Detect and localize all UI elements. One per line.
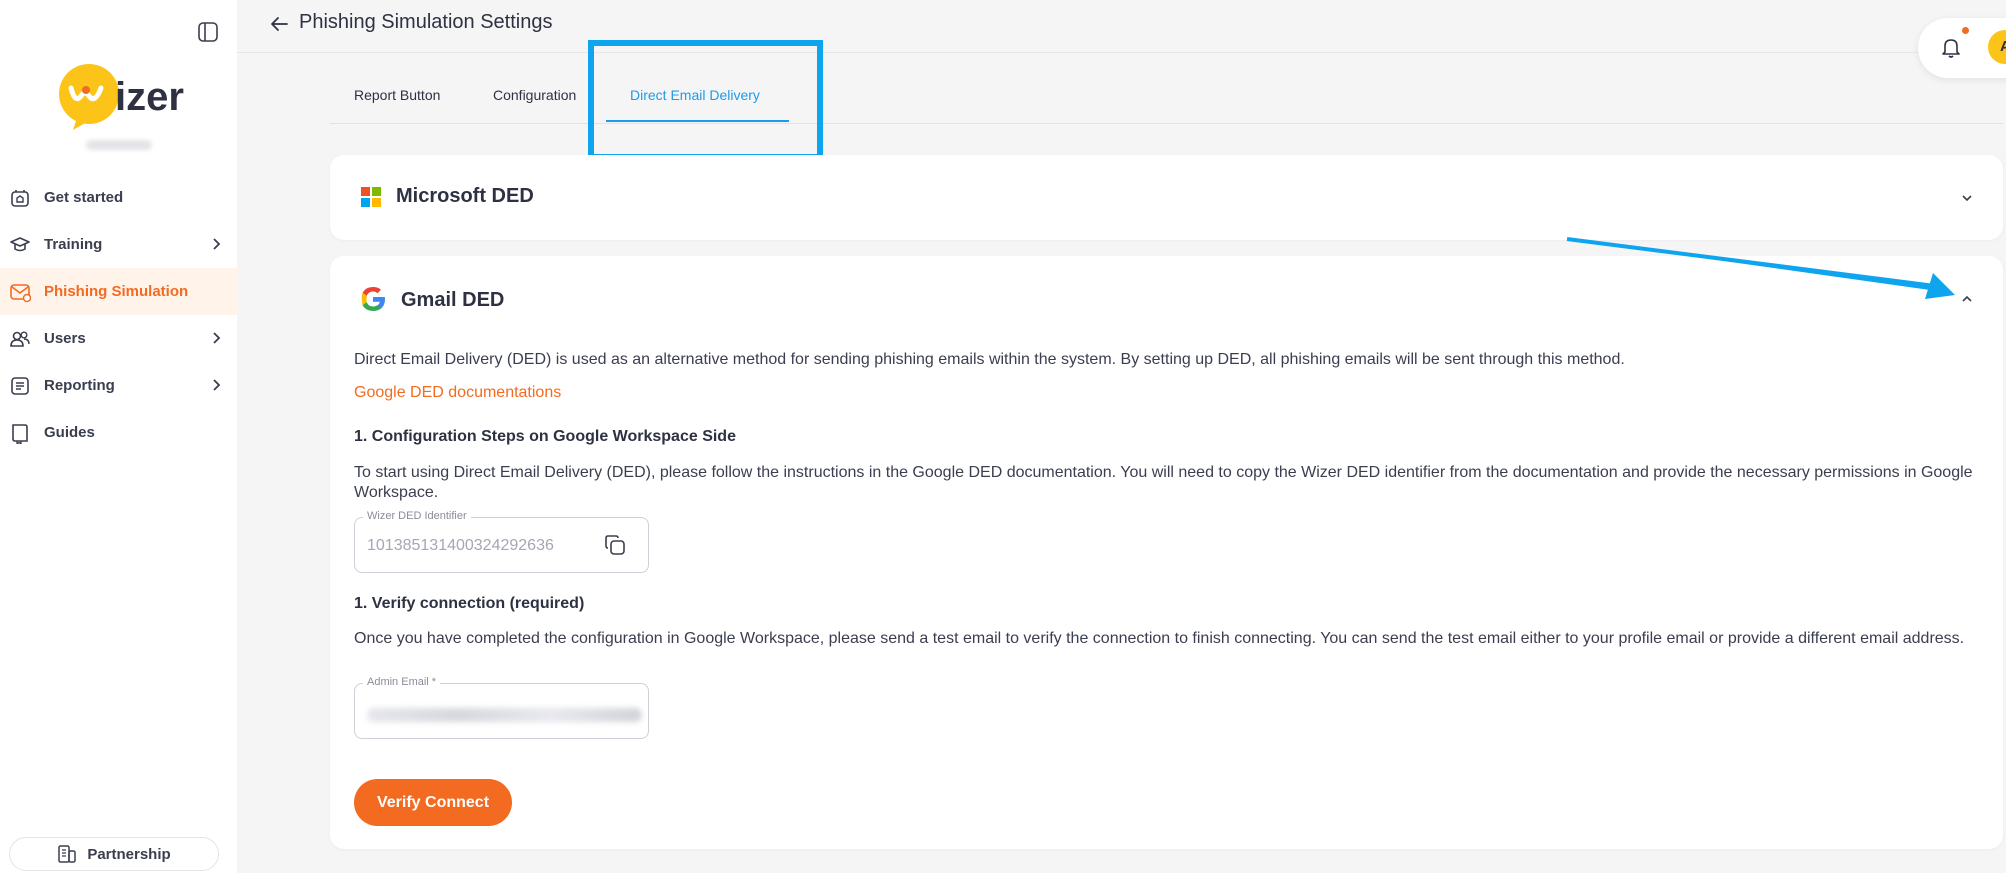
- google-logo-icon: [361, 287, 385, 311]
- mail-icon: [9, 281, 31, 303]
- gmail-ded-intro: Direct Email Delivery (DED) is used as a…: [354, 351, 1625, 368]
- wizer-ded-identifier-field[interactable]: Wizer DED Identifier 1013851314003242926…: [354, 510, 649, 573]
- config-steps-text: To start using Direct Email Delivery (DE…: [354, 464, 1973, 501]
- back-arrow-icon[interactable]: [268, 13, 290, 35]
- sidebar-item-guides[interactable]: Guides: [0, 409, 237, 456]
- microsoft-logo-icon: [361, 187, 381, 207]
- google-ded-documentation-link[interactable]: Google DED documentations: [354, 384, 561, 402]
- sidebar-item-label: Reporting: [44, 377, 115, 394]
- admin-email-field[interactable]: Admin Email *: [354, 676, 649, 739]
- home-icon: [9, 187, 31, 209]
- chevron-right-icon: [213, 379, 221, 391]
- sidebar-item-phishing-simulation[interactable]: Phishing Simulation: [0, 268, 237, 315]
- settings-tabs: Report Button Configuration Direct Email…: [330, 80, 2003, 124]
- bell-icon[interactable]: [1940, 35, 1962, 59]
- notification-dot: [1962, 27, 1969, 34]
- sidebar-toggle-icon[interactable]: [197, 21, 219, 43]
- chevron-up-icon[interactable]: [1959, 291, 1975, 307]
- building-icon: [58, 845, 77, 863]
- sidebar-item-label: Training: [44, 236, 103, 253]
- sidebar-nav: Get started Training Phishing Simulation…: [0, 174, 237, 456]
- users-icon: [9, 328, 31, 350]
- highlight-annotation-box: [588, 40, 823, 160]
- microsoft-ded-card[interactable]: Microsoft DED: [330, 155, 2003, 240]
- tab-configuration[interactable]: Configuration: [493, 80, 576, 123]
- identifier-value: 101385131400324292636: [367, 537, 554, 554]
- page-title: Phishing Simulation Settings: [299, 11, 553, 33]
- header-divider: [237, 52, 2006, 53]
- org-name-blurred: [86, 140, 152, 150]
- sidebar-item-label: Get started: [44, 189, 124, 206]
- sidebar-item-users[interactable]: Users: [0, 315, 237, 362]
- report-icon: [9, 375, 31, 397]
- sidebar: izer Get started Training Phishing Simul…: [0, 0, 237, 873]
- sidebar-item-label: Users: [44, 330, 86, 347]
- microsoft-ded-title: Microsoft DED: [396, 185, 534, 207]
- partnership-button[interactable]: Partnership: [9, 837, 219, 871]
- partnership-label: Partnership: [87, 845, 171, 863]
- field-label: Admin Email *: [363, 676, 441, 688]
- verify-connection-text: Once you have completed the configuratio…: [354, 630, 1965, 647]
- chevron-right-icon: [213, 332, 221, 344]
- gmail-ded-title: Gmail DED: [401, 289, 505, 311]
- gmail-ded-card: Gmail DED Direct Email Delivery (DED) is…: [330, 256, 2003, 849]
- chevron-down-icon[interactable]: [1959, 190, 1975, 206]
- verify-connection-heading: 1. Verify connection (required): [354, 595, 585, 612]
- tab-report-button[interactable]: Report Button: [354, 80, 440, 123]
- sidebar-item-get-started[interactable]: Get started: [0, 174, 237, 221]
- sidebar-item-training[interactable]: Training: [0, 221, 237, 268]
- wizer-logo[interactable]: izer: [55, 60, 185, 132]
- chevron-right-icon: [213, 238, 221, 250]
- sidebar-item-label: Guides: [44, 424, 95, 441]
- config-steps-heading: 1. Configuration Steps on Google Workspa…: [354, 428, 736, 445]
- verify-connect-button[interactable]: Verify Connect: [354, 779, 512, 826]
- book-icon: [9, 422, 31, 444]
- sidebar-item-reporting[interactable]: Reporting: [0, 362, 237, 409]
- admin-email-value-blurred: [367, 708, 642, 722]
- copy-icon[interactable]: [603, 533, 627, 557]
- graduation-cap-icon: [9, 234, 31, 256]
- svg-text:izer: izer: [115, 75, 184, 119]
- field-label: Wizer DED Identifier: [363, 510, 471, 522]
- sidebar-item-label: Phishing Simulation: [44, 283, 189, 300]
